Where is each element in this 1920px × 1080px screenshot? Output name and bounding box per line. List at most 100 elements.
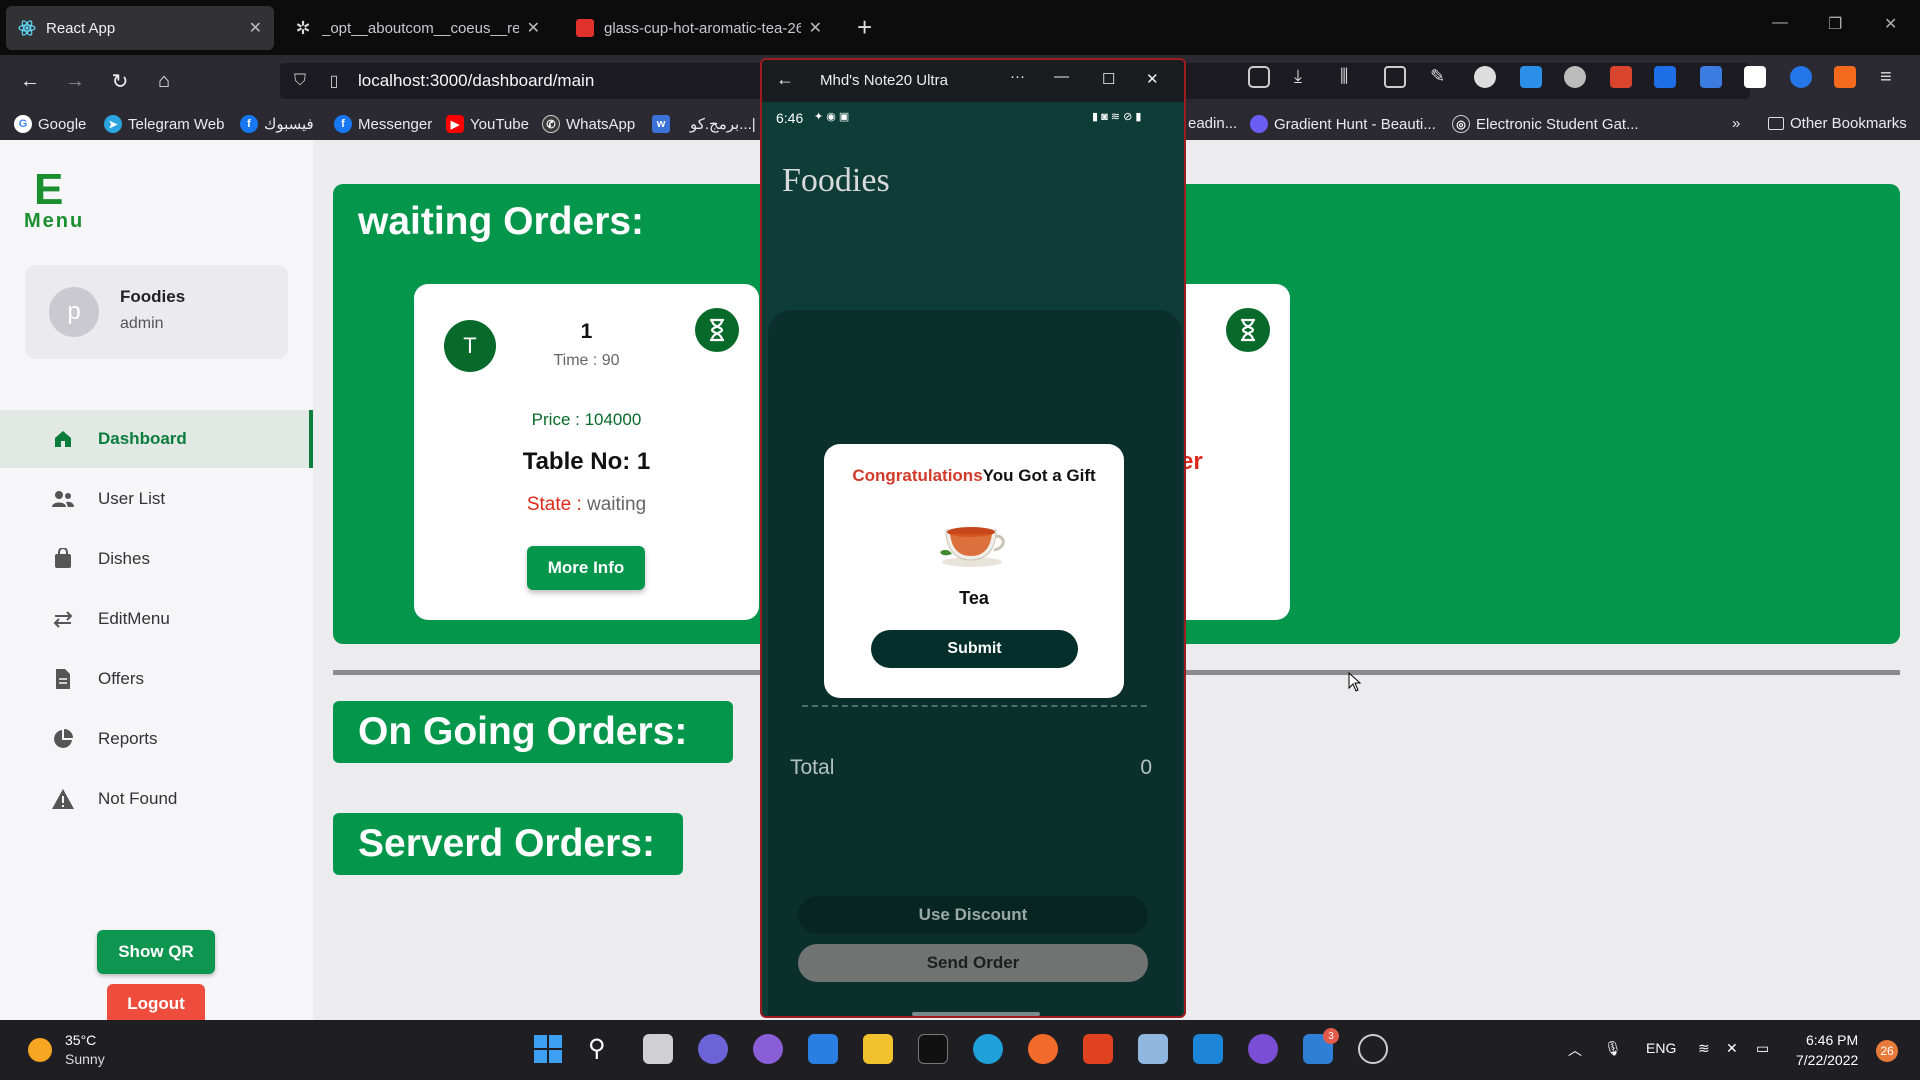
total-value: 0 [1140, 756, 1152, 779]
sidebar-item-offers[interactable]: Offers [0, 650, 313, 708]
order-state-label: State : [526, 494, 582, 515]
bookmark-google[interactable]: G Google [14, 115, 86, 133]
close-tab-icon[interactable]: ✕ [527, 18, 540, 38]
extension-icon[interactable] [1564, 66, 1586, 88]
download-icon[interactable]: ⤓ [1294, 66, 1316, 88]
bookmark-other[interactable]: Other Bookmarks [1768, 115, 1907, 132]
extension-icon[interactable] [1654, 66, 1676, 88]
extension-icon[interactable] [1610, 66, 1632, 88]
app-icon[interactable] [753, 1034, 783, 1064]
pen-icon[interactable]: ✎ [1430, 66, 1452, 88]
sidebar-icon[interactable] [1384, 66, 1406, 88]
url-text[interactable]: localhost:3000/dashboard/main [358, 71, 594, 91]
new-tab-icon[interactable]: + [857, 12, 872, 42]
microphone-icon[interactable]: 🎙 [1604, 1040, 1622, 1057]
library-icon[interactable]: ⫼ [1340, 66, 1362, 88]
github-icon[interactable] [1248, 1034, 1278, 1064]
file-explorer-icon[interactable] [863, 1034, 893, 1064]
shield-icon[interactable]: ⛉ [286, 67, 314, 95]
close-icon[interactable]: ✕ [1146, 70, 1159, 88]
sidebar-item-user-list[interactable]: User List [0, 470, 313, 528]
bookmark-telegram[interactable]: ➤ Telegram Web [104, 115, 224, 133]
maximize-icon[interactable]: ☐ [1102, 70, 1115, 88]
weather-temp[interactable]: 35°C [65, 1032, 96, 1048]
sidebar-item-dishes[interactable]: Dishes [0, 530, 313, 588]
sidebar-item-dashboard[interactable]: Dashboard [0, 410, 313, 468]
windows-start-icon[interactable] [533, 1034, 563, 1064]
page-icon: ▯ [329, 73, 339, 90]
sidebar-item-editmenu[interactable]: EditMenu [0, 590, 313, 648]
overflow-chevron-icon[interactable]: » [1732, 115, 1740, 132]
bookmark-facebook[interactable]: f فيسبوك [240, 115, 314, 133]
translate-icon[interactable] [1700, 66, 1722, 88]
notification-count[interactable]: 26 [1876, 1040, 1898, 1062]
minimize-icon[interactable]: — [1772, 14, 1788, 32]
use-discount-button[interactable]: Use Discount [798, 896, 1148, 934]
wifi-icon[interactable]: ≋ [1698, 1040, 1710, 1057]
forward-icon[interactable]: → [61, 67, 89, 95]
dashed-divider [802, 705, 1147, 707]
close-tab-icon[interactable]: ✕ [249, 18, 262, 38]
pocket-icon[interactable] [1248, 66, 1270, 88]
bookmark-gradient-hunt[interactable]: Gradient Hunt - Beauti... [1250, 115, 1436, 133]
gift-modal-heading: CongratulationsYou Got a Gift [824, 466, 1124, 486]
back-icon[interactable]: ← [776, 69, 794, 90]
weather-desc[interactable]: Sunny [65, 1051, 105, 1067]
vscode-icon[interactable] [1193, 1034, 1223, 1064]
bookmark-whatsapp[interactable]: ✆ WhatsApp [542, 115, 635, 133]
bookmark-electronic-student[interactable]: ◎ Electronic Student Gat... [1452, 115, 1639, 133]
extension-icon[interactable] [1834, 66, 1856, 88]
menu-icon[interactable]: ≡ [1880, 66, 1902, 88]
clock-time[interactable]: 6:46 PM [1806, 1032, 1858, 1048]
extension-icon[interactable] [1744, 66, 1766, 88]
clock-date[interactable]: 7/22/2022 [1796, 1052, 1858, 1068]
home-icon[interactable]: ⌂ [150, 67, 178, 95]
office-icon[interactable] [1083, 1034, 1113, 1064]
asterisk-icon: ✲ [295, 17, 311, 38]
minimize-icon[interactable]: — [1054, 68, 1069, 85]
app-icon[interactable] [1358, 1034, 1388, 1064]
close-tab-icon[interactable]: ✕ [809, 18, 822, 38]
sun-icon[interactable] [28, 1038, 52, 1062]
phone-home-indicator[interactable] [912, 1012, 1040, 1016]
photos-icon[interactable] [1138, 1034, 1168, 1064]
language-indicator[interactable]: ENG [1646, 1040, 1676, 1056]
send-order-button[interactable]: Send Order [798, 944, 1148, 982]
tab-react-app[interactable]: React App ✕ [6, 6, 274, 50]
chat-icon[interactable] [698, 1034, 728, 1064]
maximize-icon[interactable]: ❐ [1828, 14, 1842, 34]
firefox-icon[interactable] [1028, 1034, 1058, 1064]
extension-icon[interactable] [1474, 66, 1496, 88]
more-options-icon[interactable]: ··· [1010, 68, 1025, 85]
task-view-icon[interactable] [643, 1034, 673, 1064]
bookmark-messenger[interactable]: f Messenger [334, 115, 432, 133]
terminal-icon[interactable] [918, 1034, 948, 1064]
phone-link-icon[interactable]: 3 [1303, 1028, 1339, 1064]
bookmark-barmej[interactable]: برمج.كو...| [690, 115, 756, 133]
back-icon[interactable]: ← [16, 67, 44, 95]
submit-button[interactable]: Submit [871, 630, 1078, 668]
extension-icon[interactable] [1520, 66, 1542, 88]
edge-icon[interactable] [973, 1034, 1003, 1064]
tab-aboutcom[interactable]: ✲ _opt__aboutcom__coeus__reso ✕ [282, 6, 552, 50]
more-info-button[interactable]: More Info [527, 546, 645, 590]
bookmark-reading[interactable]: eadin... [1188, 115, 1237, 132]
close-window-icon[interactable]: ✕ [1884, 14, 1897, 34]
mail-icon[interactable] [808, 1034, 838, 1064]
ongoing-orders-button[interactable]: On Going Orders: [333, 701, 733, 763]
bookmark-youtube[interactable]: ▶ YouTube [446, 115, 529, 133]
logout-button[interactable]: Logout [107, 984, 205, 1024]
sidebar-item-label: Offers [98, 669, 144, 688]
reload-icon[interactable]: ↻ [106, 67, 134, 95]
sidebar-item-reports[interactable]: Reports [0, 710, 313, 768]
sidebar-item-not-found[interactable]: Not Found [0, 770, 313, 828]
mute-icon[interactable]: ✕ [1726, 1040, 1738, 1057]
chevron-up-icon[interactable]: ︿ [1568, 1040, 1582, 1060]
bookmark-site[interactable]: w [652, 115, 676, 133]
battery-icon[interactable]: ▭ [1756, 1040, 1769, 1057]
tab-glass-cup[interactable]: glass-cup-hot-aromatic-tea-26 ✕ [564, 6, 834, 50]
extension-icon[interactable] [1790, 66, 1812, 88]
show-qr-button[interactable]: Show QR [97, 930, 215, 974]
served-orders-button[interactable]: Serverd Orders: [333, 813, 683, 875]
search-icon[interactable]: ⚲ [588, 1034, 618, 1064]
